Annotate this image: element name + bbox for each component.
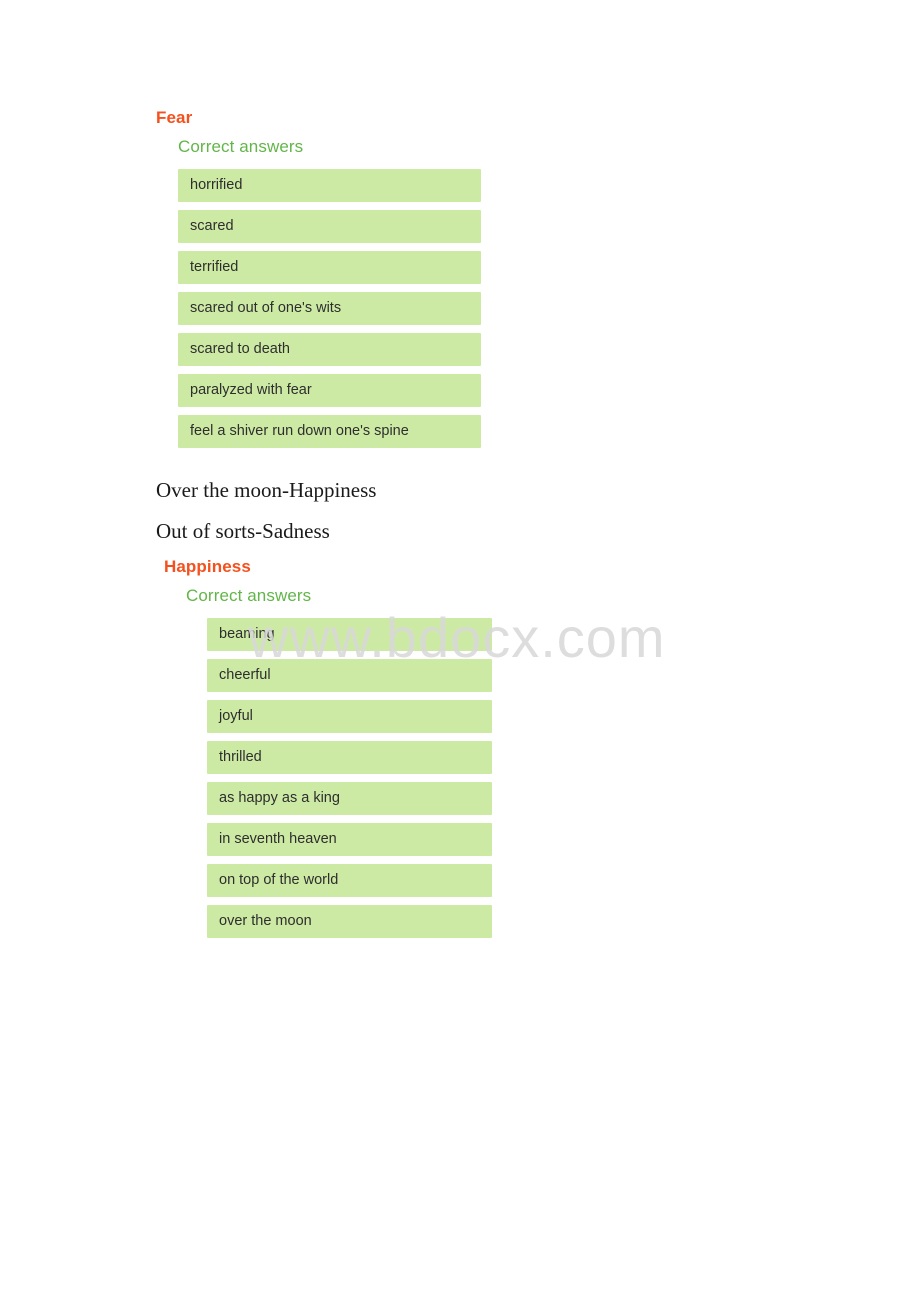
paragraph-out-of-sorts: Out of sorts-Sadness [156, 519, 330, 543]
answer-item: scared to death [178, 333, 481, 366]
answer-item: joyful [207, 700, 492, 733]
quiz-subtitle-happiness: Correct answers [186, 586, 312, 605]
document-page: Fear Correct answers horrified scared te… [0, 0, 920, 1302]
quiz-title-fear: Fear [156, 108, 193, 127]
answer-item: scared out of one's wits [178, 292, 481, 325]
answer-item: feel a shiver run down one's spine [178, 415, 481, 448]
paragraph-over-the-moon: Over the moon-Happiness [156, 478, 377, 502]
quiz-subtitle-fear: Correct answers [178, 137, 304, 156]
answer-list-happiness: beaming cheerful joyful thrilled as happ… [207, 618, 492, 938]
answer-list-fear: horrified scared terrified scared out of… [178, 169, 481, 448]
quiz-block-happiness: Happiness Correct answers beaming cheerf… [164, 557, 492, 946]
answer-item: beaming [207, 618, 492, 651]
answer-item: over the moon [207, 905, 492, 938]
quiz-block-fear: Fear Correct answers horrified scared te… [156, 108, 481, 456]
answer-item: scared [178, 210, 481, 243]
answer-item: as happy as a king [207, 782, 492, 815]
answer-item: paralyzed with fear [178, 374, 481, 407]
answer-item: horrified [178, 169, 481, 202]
answer-item: in seventh heaven [207, 823, 492, 856]
answer-item: cheerful [207, 659, 492, 692]
answer-item: terrified [178, 251, 481, 284]
quiz-title-happiness: Happiness [164, 557, 251, 576]
answer-item: on top of the world [207, 864, 492, 897]
answer-item: thrilled [207, 741, 492, 774]
